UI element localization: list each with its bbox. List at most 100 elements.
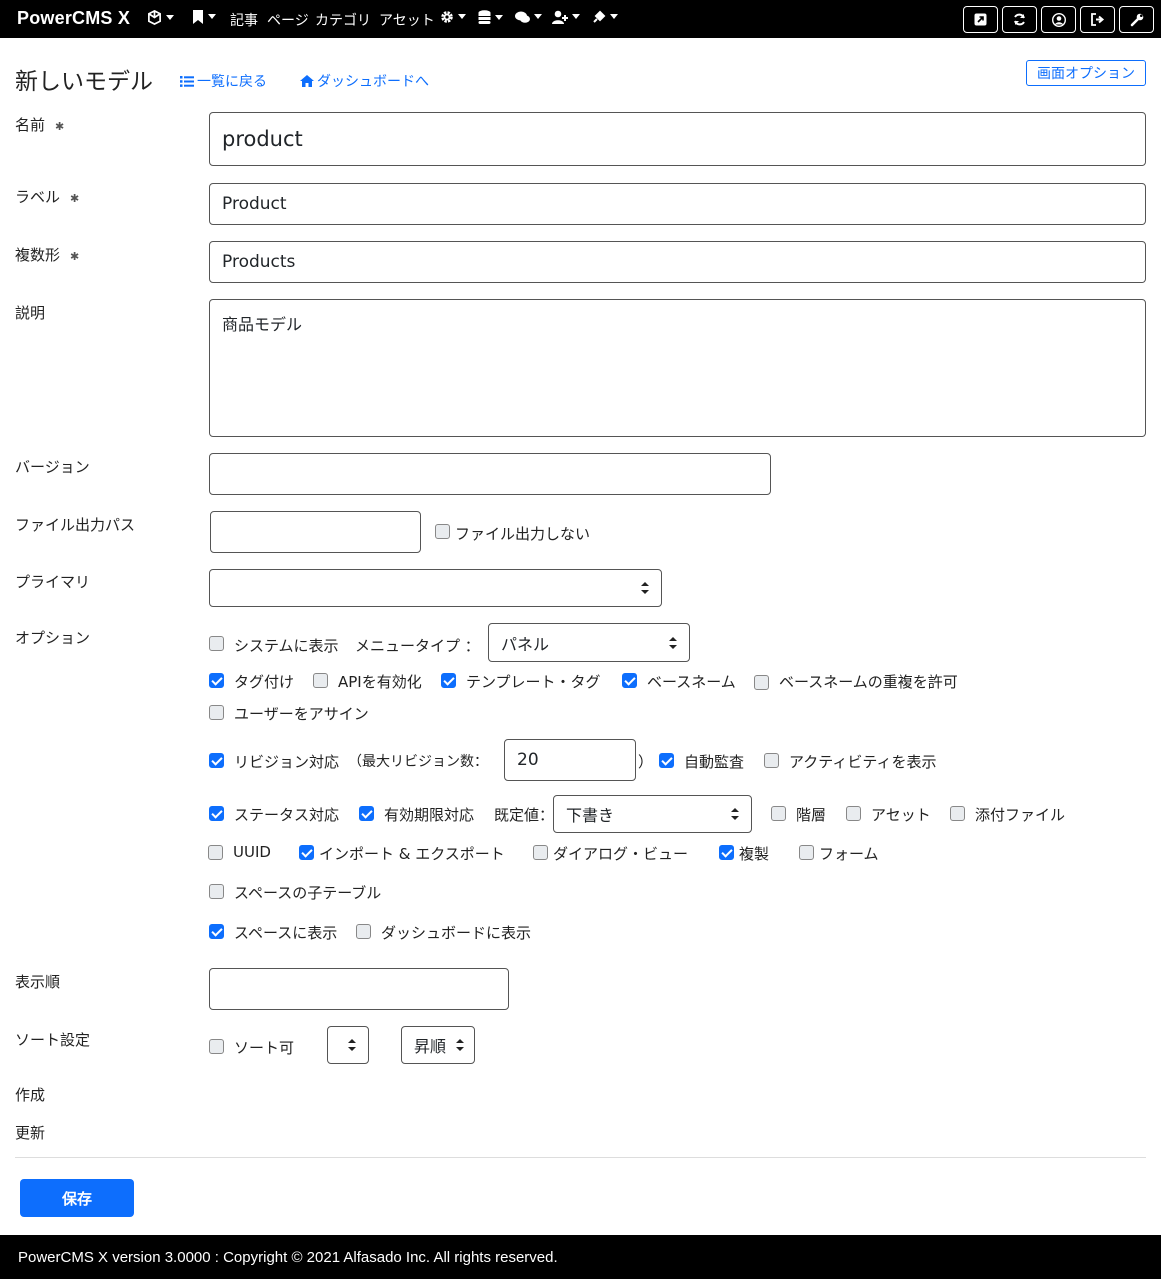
revisions-checkbox[interactable]	[209, 753, 224, 768]
duplicate-checkbox[interactable]	[719, 845, 734, 860]
auto-audit-checkbox[interactable]	[659, 753, 674, 768]
sort-field-select[interactable]	[327, 1026, 369, 1064]
wrench-icon	[1130, 13, 1143, 26]
assign-user-checkbox[interactable]	[209, 705, 224, 720]
bookmark-menu[interactable]	[192, 10, 216, 26]
hierarchy-checkbox[interactable]	[771, 806, 786, 821]
chevron-down-icon	[495, 15, 503, 20]
database-icon	[478, 10, 491, 24]
nav-entries[interactable]: 記事	[230, 10, 258, 30]
screen-options-button[interactable]: 画面オプション	[1026, 60, 1146, 86]
select-arrows-icon	[641, 582, 649, 594]
show-in-system-checkbox[interactable]	[209, 636, 224, 651]
template-tags-checkbox[interactable]	[441, 673, 456, 688]
attachment-checkbox[interactable]	[950, 806, 965, 821]
back-to-list-label: 一覧に戻る	[197, 74, 267, 90]
default-status-select[interactable]: 下書き	[553, 795, 752, 833]
workspace-menu[interactable]	[147, 10, 174, 27]
file-output-path-input[interactable]	[210, 511, 421, 553]
revisions-label: リビジョン対応	[234, 753, 340, 771]
max-revisions-label: （最大リビジョン数：	[348, 754, 488, 770]
max-revisions-close: ）	[638, 753, 654, 771]
assign-user-label: ユーザーをアサイン	[234, 705, 369, 723]
name-input[interactable]: product	[209, 112, 1146, 166]
sign-out-icon	[1090, 13, 1104, 26]
external-link-icon	[974, 13, 987, 26]
expiration-checkbox[interactable]	[359, 806, 374, 821]
form-checkbox[interactable]	[799, 845, 814, 860]
menu-type-value: パネル	[501, 634, 550, 654]
brand-logo[interactable]: PowerCMS X	[17, 8, 130, 29]
no-file-output-checkbox[interactable]	[435, 524, 450, 539]
comments-menu[interactable]	[515, 10, 542, 26]
chevron-down-icon	[208, 14, 216, 19]
gear-icon	[441, 11, 453, 23]
duplicate-label: 複製	[739, 845, 770, 863]
primary-select[interactable]	[209, 569, 662, 607]
tools-button[interactable]	[1119, 6, 1154, 33]
dashboard-link[interactable]: ダッシュボードへ	[300, 71, 429, 91]
label-input[interactable]: Product	[209, 183, 1146, 225]
user-add-menu[interactable]	[552, 10, 580, 26]
uuid-checkbox[interactable]	[208, 845, 223, 860]
asset-checkbox[interactable]	[846, 806, 861, 821]
space-child-table-checkbox[interactable]	[209, 884, 224, 899]
max-revisions-input[interactable]: 20	[504, 739, 636, 781]
default-status-value: 下書き	[566, 806, 615, 825]
version-input[interactable]	[209, 453, 771, 495]
user-profile-button[interactable]	[1041, 6, 1076, 33]
import-export-checkbox[interactable]	[299, 845, 314, 860]
select-arrows-icon	[348, 1039, 356, 1051]
plural-label: 複数形 ✱	[15, 244, 79, 265]
allow-duplicate-basename-label: ベースネームの重複を許可	[779, 673, 958, 691]
plural-input[interactable]: Products	[209, 241, 1146, 283]
sort-order-value: 昇順	[414, 1037, 447, 1056]
show-in-dashboard-label: ダッシュボードに表示	[381, 924, 532, 942]
settings-menu[interactable]	[440, 10, 466, 26]
top-navbar: PowerCMS X 記事 ページ カテゴリ アセット	[0, 0, 1161, 38]
view-site-button[interactable]	[963, 6, 998, 33]
status-label: ステータス対応	[234, 806, 340, 824]
save-button[interactable]: 保存	[20, 1179, 134, 1217]
description-label: 説明	[15, 304, 46, 322]
select-arrows-icon	[456, 1039, 464, 1051]
version-label: バージョン	[15, 458, 90, 476]
logout-button[interactable]	[1080, 6, 1115, 33]
default-value-label: 既定値：	[494, 806, 555, 824]
sort-order-select[interactable]: 昇順	[401, 1026, 475, 1064]
auto-audit-label: 自動監査	[684, 753, 745, 771]
description-textarea[interactable]: 商品モデル	[209, 299, 1146, 437]
nav-categories[interactable]: カテゴリ	[315, 10, 371, 30]
rebuild-button[interactable]	[1002, 6, 1037, 33]
plugin-menu[interactable]	[592, 10, 618, 26]
status-checkbox[interactable]	[209, 806, 224, 821]
display-order-label: 表示順	[15, 973, 61, 991]
dialog-view-label: ダイアログ・ビュー	[553, 845, 689, 863]
nav-pages[interactable]: ページ	[267, 10, 309, 30]
back-to-list-link[interactable]: 一覧に戻る	[180, 71, 267, 91]
show-in-space-checkbox[interactable]	[209, 924, 224, 939]
dashboard-label: ダッシュボードへ	[317, 74, 429, 90]
sortable-checkbox[interactable]	[209, 1039, 224, 1054]
tagging-label: タグ付け	[234, 673, 295, 691]
page-title: 新しいモデル	[15, 69, 153, 95]
form-label: フォーム	[819, 845, 879, 863]
name-label: 名前 ✱	[15, 114, 64, 135]
show-in-dashboard-checkbox[interactable]	[356, 924, 371, 939]
dialog-view-checkbox[interactable]	[533, 845, 548, 860]
required-icon: ✱	[70, 192, 80, 205]
basename-checkbox[interactable]	[622, 673, 637, 688]
display-order-input[interactable]	[209, 968, 509, 1010]
database-menu[interactable]	[478, 10, 503, 27]
tagging-checkbox[interactable]	[209, 673, 224, 688]
created-label: 作成	[15, 1086, 46, 1104]
menu-type-select[interactable]: パネル	[488, 623, 690, 662]
user-plus-icon	[552, 10, 568, 24]
divider	[15, 1157, 1146, 1158]
chevron-down-icon	[458, 14, 466, 19]
api-enabled-checkbox[interactable]	[313, 673, 328, 688]
name-label-text: 名前	[15, 116, 46, 134]
nav-assets[interactable]: アセット	[379, 10, 435, 30]
allow-duplicate-basename-checkbox[interactable]	[754, 675, 769, 690]
show-activity-checkbox[interactable]	[764, 753, 779, 768]
